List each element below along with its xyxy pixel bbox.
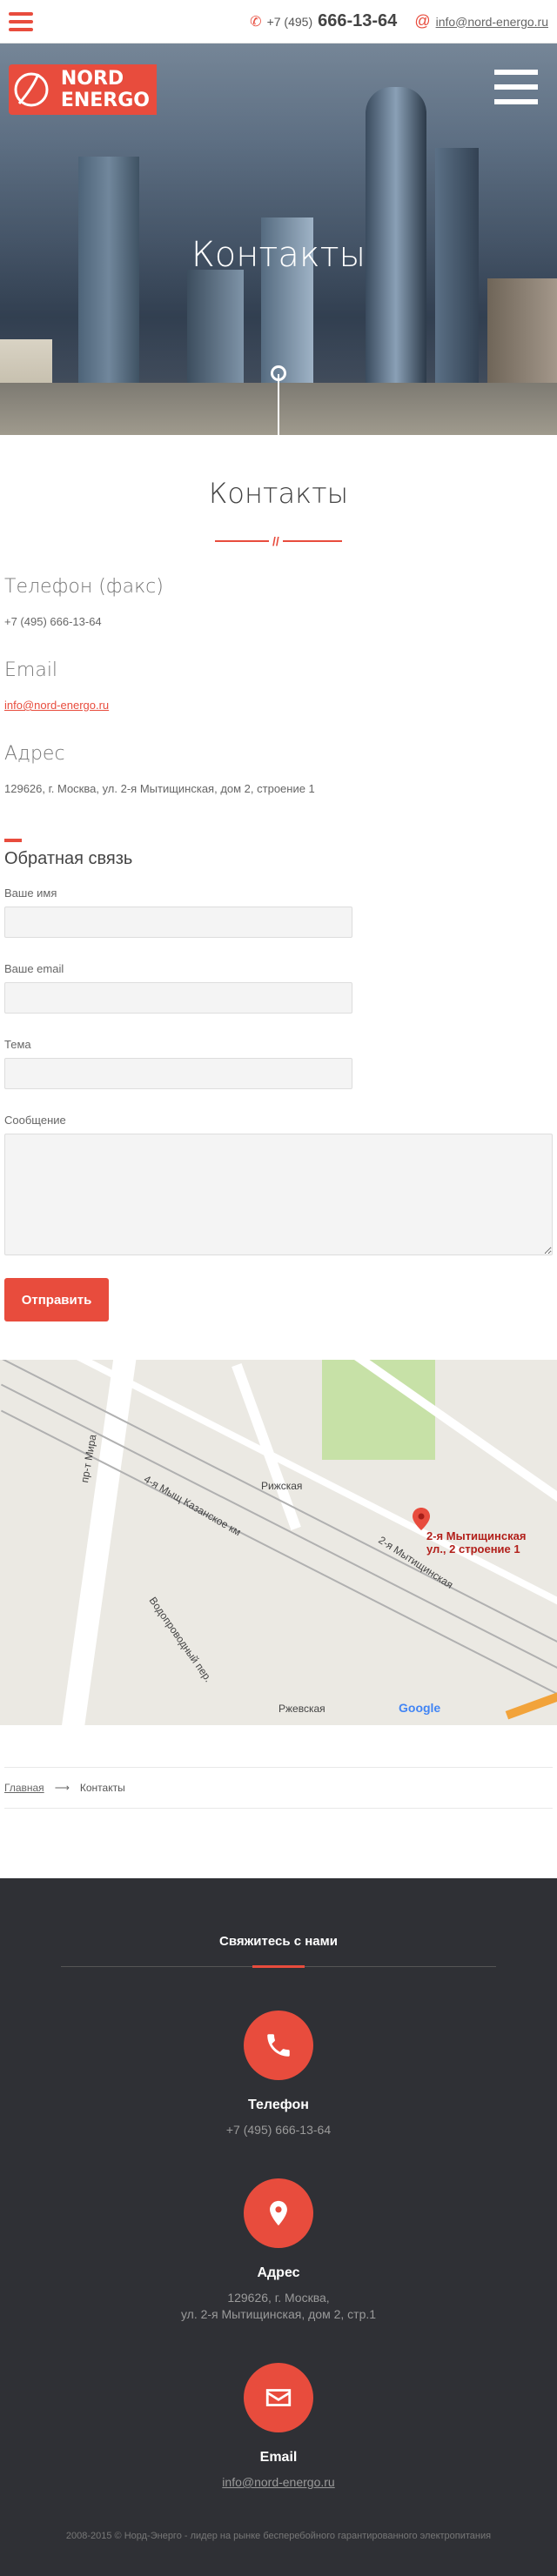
topic-label: Тема [4,1038,31,1051]
address-label: Адрес [4,743,65,765]
phone-number: 666-13-64 [318,11,398,30]
page-title: Контакты [208,477,349,510]
logo-mark [9,64,54,115]
topic-input[interactable] [4,1058,352,1089]
footer-email-value: info@nord-energo.ru [0,2474,557,2491]
section-accent [4,839,22,842]
arrow-right-icon: ⟶ [54,1782,70,1794]
map-road [58,1360,138,1725]
email-circle[interactable] [244,2363,313,2432]
at-icon: @ [414,12,431,30]
phone-icon: ✆ [250,14,262,30]
footer-email-link[interactable]: info@nord-energo.ru [222,2475,334,2489]
message-label: Сообщение [4,1114,66,1127]
phone-code: +7 (495) [266,14,313,29]
footer: Свяжитесь с нами Телефон +7 (495) 666-13… [0,1878,557,2576]
email-label: Email [4,659,58,681]
footer-email-block: Email info@nord-energo.ru [0,2363,557,2491]
breadcrumb: Главная ⟶ Контакты [4,1767,553,1809]
email-input[interactable] [4,982,352,1014]
footer-address-title: Адрес [257,2265,300,2280]
map-pin-label: 2-я Мытищинская ул., 2 строение 1 [426,1529,527,1556]
breadcrumb-current: Контакты [79,1782,125,1794]
breadcrumb-home[interactable]: Главная [4,1782,44,1794]
title-divider: // [215,534,342,548]
metro-label: Рижская [261,1480,303,1492]
phone-label: Телефон (факс) [4,576,164,598]
header-email[interactable]: @ info@nord-energo.ru [414,12,548,30]
name-input[interactable] [4,907,352,938]
metro-label: Ржевская [278,1703,325,1715]
logo-text: NORD ENERGO [53,64,157,115]
feedback-form: Обратная связь Ваше имя Ваше email Тема … [4,839,553,1321]
logo[interactable]: NORD ENERGO [9,64,157,115]
email-value: info@nord-energo.ru [4,699,553,712]
map[interactable]: Рижская Ржевская пр-т Мира 4-я Мыщ Казан… [0,1360,557,1725]
address-circle[interactable] [244,2178,313,2248]
scroll-down-icon[interactable] [271,365,286,381]
name-label: Ваше имя [4,887,57,900]
street-label: Водопроводный пер. [146,1595,215,1685]
phone-circle[interactable] [244,2011,313,2080]
map-pin-icon[interactable] [413,1508,430,1530]
footer-phone-block: Телефон +7 (495) 666-13-64 [0,2011,557,2138]
submit-button[interactable]: Отправить [4,1278,109,1321]
address-value: 129626, г. Москва, ул. 2-я Мытищинская, … [4,782,315,795]
email-link[interactable]: info@nord-energo.ru [4,699,109,712]
hamburger-menu-icon[interactable] [494,70,538,104]
message-textarea[interactable] [4,1134,553,1255]
email-field-label: Ваше email [4,962,64,975]
phone-icon [267,2034,290,2057]
footer-address-block: Адрес 129626, г. Москва, ул. 2-я Мытищин… [0,2178,557,2323]
footer-email-title: Email [259,2450,298,2465]
footer-divider [61,1965,496,1968]
footer-phone-value: +7 (495) 666-13-64 [225,2123,332,2137]
header-phone[interactable]: ✆ +7 (495) 666-13-64 [250,11,414,31]
footer-address-line2: ул. 2-я Мытищинская, дом 2, стр.1 [180,2307,377,2321]
menu-icon[interactable] [9,11,33,31]
envelope-icon [265,2389,292,2406]
footer-address-line1: 129626, г. Москва, [227,2291,330,2305]
location-pin-icon [270,2200,287,2226]
contacts-section: Контакты // Телефон (факс) +7 (495) 666-… [0,435,557,1321]
scroll-line [278,374,279,435]
map-highway [505,1687,557,1720]
footer-phone-title: Телефон [248,2098,309,2112]
phone-value: +7 (495) 666-13-64 [4,615,102,628]
hero-title: Контакты [191,235,366,275]
footer-heading: Свяжитесь с нами [219,1934,338,1949]
header-email-link[interactable]: info@nord-energo.ru [436,15,548,29]
feedback-title: Обратная связь [4,849,133,868]
google-logo: Google [399,1701,441,1715]
top-bar: ✆ +7 (495) 666-13-64 @ info@nord-energo.… [0,0,557,43]
hero-banner: NORD ENERGO Контакты [0,43,557,435]
copyright: 2008-2015 © Норд-Энерго - лидер на рынке… [65,2531,492,2541]
